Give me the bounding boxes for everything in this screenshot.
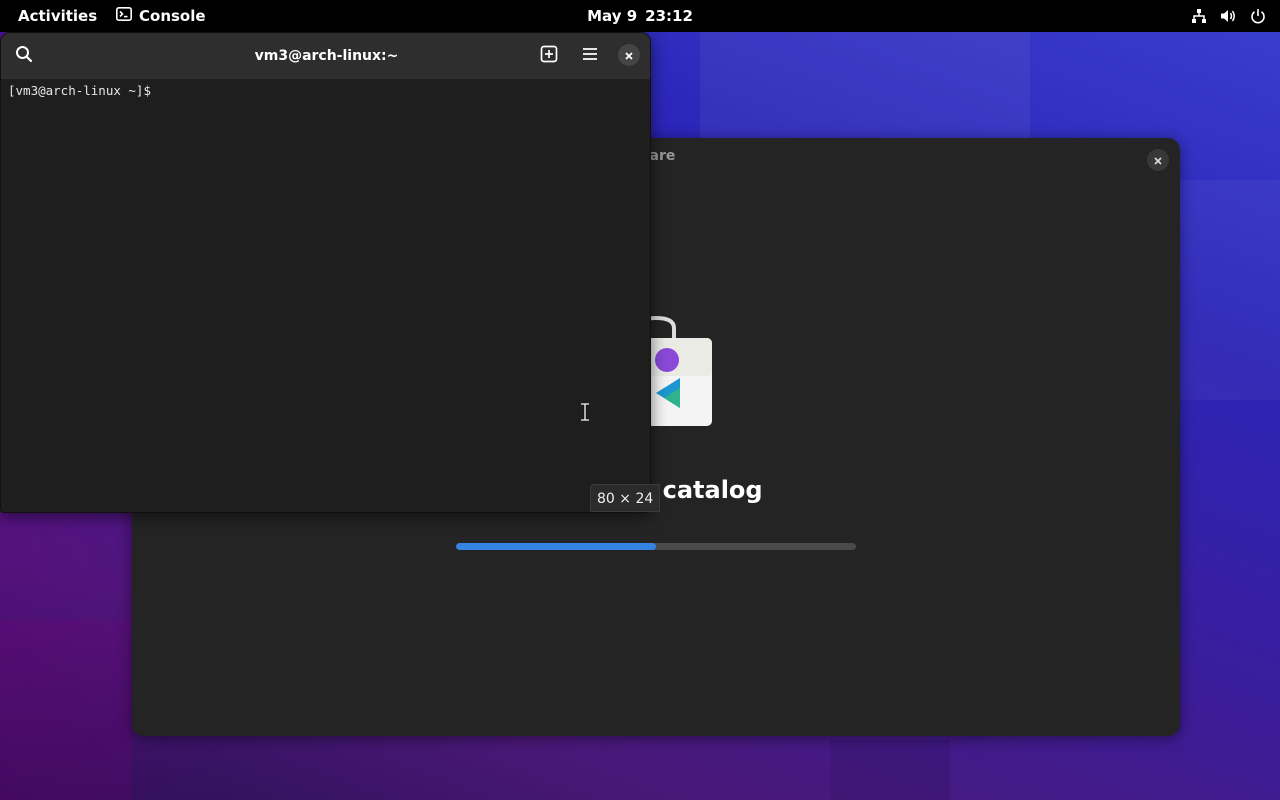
wallpaper-shard bbox=[0, 620, 132, 800]
shell-prompt: [vm3@arch-linux ~]$ bbox=[8, 83, 151, 98]
app-menu-label: Console bbox=[139, 7, 206, 25]
console-header-bar: vm3@arch-linux:~ bbox=[1, 33, 650, 80]
console-close-button[interactable] bbox=[618, 44, 640, 66]
terminal-icon bbox=[116, 7, 132, 25]
clock-time: 23:12 bbox=[645, 7, 693, 25]
hamburger-menu-icon bbox=[581, 46, 599, 66]
wallpaper-shard bbox=[830, 740, 950, 800]
search-icon bbox=[15, 45, 33, 67]
main-menu-button[interactable] bbox=[578, 45, 602, 67]
wallpaper-shard bbox=[1180, 180, 1280, 400]
close-icon bbox=[1153, 151, 1163, 170]
top-bar: Activities Console May 9 23:12 bbox=[0, 0, 1280, 32]
volume-icon bbox=[1220, 8, 1237, 24]
loading-progress-bar bbox=[456, 543, 856, 550]
network-wired-icon bbox=[1191, 8, 1207, 24]
terminal-size-tooltip: 80 × 24 bbox=[590, 484, 661, 512]
search-button[interactable] bbox=[13, 45, 35, 67]
terminal-area[interactable]: [vm3@arch-linux ~]$ bbox=[1, 79, 650, 512]
software-close-button[interactable] bbox=[1147, 149, 1169, 171]
activities-button[interactable]: Activities bbox=[18, 0, 97, 32]
progress-fill bbox=[456, 543, 656, 550]
wallpaper-shard bbox=[700, 32, 1030, 142]
power-icon bbox=[1250, 8, 1266, 24]
close-icon bbox=[624, 46, 634, 65]
i-beam-cursor-icon bbox=[580, 402, 590, 422]
new-tab-button[interactable] bbox=[537, 45, 561, 67]
app-menu-button[interactable]: Console bbox=[116, 0, 206, 32]
system-status-menu[interactable] bbox=[1191, 0, 1266, 32]
console-window[interactable]: vm3@arch-linux:~ [vm3@arch-linux ~]$ bbox=[0, 32, 651, 513]
clock-button[interactable]: May 9 23:12 bbox=[570, 0, 710, 32]
new-tab-icon bbox=[540, 45, 558, 67]
clock-date: May 9 bbox=[587, 7, 638, 25]
